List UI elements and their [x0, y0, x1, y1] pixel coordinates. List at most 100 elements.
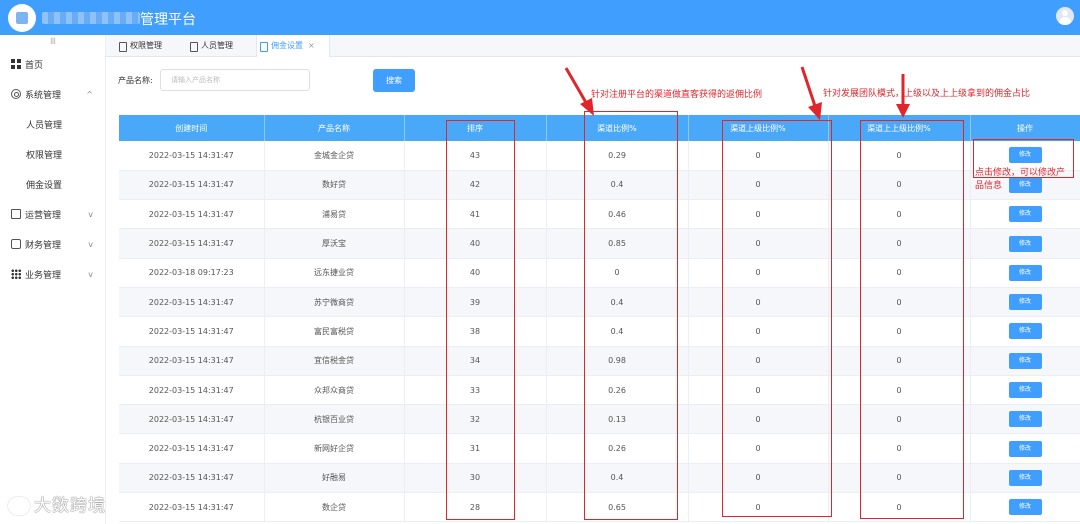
sidebar-item-label: 首页	[25, 60, 44, 71]
user-avatar-icon[interactable]	[1056, 7, 1074, 25]
cell-product-name: 数企贷	[264, 492, 405, 523]
cell-product-name: 远东捷业贷	[264, 258, 405, 288]
cell-created-time: 2022-03-15 14:31:47	[119, 433, 265, 464]
edit-button[interactable]: 修改	[1008, 294, 1042, 311]
sidebar-item-label: 运营管理	[25, 210, 62, 221]
app-title: 管理平台	[140, 12, 196, 28]
money-icon	[11, 239, 21, 249]
edit-button[interactable]: 修改	[1008, 499, 1042, 516]
tab-commission[interactable]: 佣金设置 ×	[256, 35, 330, 57]
cell-created-time: 2022-03-15 14:31:47	[119, 170, 265, 201]
edit-button[interactable]: 修改	[1008, 176, 1042, 193]
search-input[interactable]: 请输入产品名称	[160, 69, 310, 91]
edit-button[interactable]: 修改	[1008, 411, 1042, 428]
tab-label: 权限管理	[130, 41, 162, 50]
annotation-edit-hint-1: 点击修改，可以修改产	[975, 168, 1066, 178]
sidebar-item-label: 佣金设置	[26, 180, 63, 191]
sidebar-item-personnel[interactable]: 人员管理	[0, 109, 105, 139]
close-icon[interactable]: ×	[308, 41, 315, 50]
watermark: 大数跨境	[8, 491, 106, 516]
cell-created-time: 2022-03-15 14:31:47	[119, 463, 265, 494]
cell-created-time: 2022-03-15 14:31:47	[119, 404, 265, 435]
annotation-box-parent-ratio	[722, 120, 832, 517]
edit-button[interactable]: 修改	[1008, 264, 1042, 281]
cell-actions: 修改	[970, 463, 1080, 494]
sidebar-item-label: 权限管理	[26, 150, 63, 161]
sidebar-item-home[interactable]: 首页	[0, 49, 105, 79]
app-logo	[8, 4, 36, 32]
edit-button[interactable]: 修改	[1008, 382, 1042, 399]
tab-bar: 权限管理 人员管理 佣金设置 ×	[106, 35, 1080, 57]
edit-button[interactable]: 修改	[1008, 440, 1042, 457]
edit-button[interactable]: 修改	[1008, 352, 1042, 369]
cell-product-name: 众邦众商贷	[264, 375, 405, 406]
blurred-brand-name	[42, 12, 140, 24]
edit-button[interactable]: 修改	[1008, 206, 1042, 223]
edit-button[interactable]: 修改	[1008, 323, 1042, 340]
annotation-box-sort	[446, 120, 515, 520]
sidebar-collapse-toggle[interactable]: III	[0, 35, 105, 49]
annotation-channel-ratio: 针对注册平台的渠道做直客获得的返佣比例	[591, 90, 763, 100]
cell-created-time: 2022-03-18 09:17:23	[119, 258, 265, 288]
cell-actions: 修改	[970, 199, 1080, 230]
cell-created-time: 2022-03-15 14:31:47	[119, 375, 265, 406]
annotation-edit-hint-2: 品信息	[975, 181, 1003, 191]
header-created-time[interactable]: 创建时间	[119, 115, 265, 141]
cell-actions: 修改	[970, 404, 1080, 435]
cell-product-name: 宜信税金贷	[264, 346, 405, 376]
cell-product-name: 金城金企贷	[264, 141, 405, 171]
watermark-logo-icon	[8, 497, 30, 515]
cell-product-name: 好融易	[264, 463, 405, 494]
sidebar-item-operations[interactable]: 运营管理 v	[0, 199, 105, 229]
cell-product-name: 数好贷	[264, 170, 405, 201]
cell-actions: 修改	[970, 375, 1080, 406]
cell-actions: 修改	[970, 492, 1080, 523]
sidebar-item-system[interactable]: 系统管理 ^	[0, 79, 105, 109]
cell-actions: 修改	[970, 258, 1080, 288]
cell-created-time: 2022-03-15 14:31:47	[119, 492, 265, 523]
sidebar: III 首页 系统管理 ^ 人员管理 权限管理 佣金设置 运营管理 v 财务管理…	[0, 35, 106, 524]
edit-button[interactable]: 修改	[1008, 235, 1042, 252]
header-product-name[interactable]: 产品名称	[264, 115, 405, 141]
sidebar-item-label: 系统管理	[25, 90, 62, 101]
sidebar-item-label: 人员管理	[26, 120, 63, 131]
tab-label: 人员管理	[201, 41, 233, 50]
search-button[interactable]: 搜索	[373, 69, 415, 92]
cell-product-name: 富民富税贷	[264, 316, 405, 347]
tab-permissions[interactable]: 权限管理	[116, 35, 182, 57]
grid-icon	[11, 59, 21, 69]
cell-created-time: 2022-03-15 14:31:47	[119, 287, 265, 318]
cell-created-time: 2022-03-15 14:31:47	[119, 316, 265, 347]
cell-actions: 修改	[970, 346, 1080, 376]
sidebar-item-label: 财务管理	[25, 240, 62, 251]
gear-icon	[11, 89, 21, 99]
cell-created-time: 2022-03-15 14:31:47	[119, 141, 265, 171]
cell-actions: 修改	[970, 228, 1080, 259]
chevron-down-icon: v	[88, 269, 93, 279]
annotation-box-grandparent-ratio	[860, 120, 964, 519]
edit-button[interactable]: 修改	[1008, 469, 1042, 486]
tab-personnel[interactable]: 人员管理	[187, 35, 253, 57]
cell-product-name: 浦易贷	[264, 199, 405, 230]
chevron-up-icon: ^	[86, 89, 93, 99]
cell-product-name: 杭银百业贷	[264, 404, 405, 435]
sidebar-item-commission[interactable]: 佣金设置	[0, 169, 105, 199]
sidebar-item-business[interactable]: 业务管理 v	[0, 259, 105, 289]
cell-created-time: 2022-03-15 14:31:47	[119, 199, 265, 230]
cell-actions: 修改	[970, 433, 1080, 464]
cell-actions: 修改	[970, 316, 1080, 347]
cell-actions: 修改	[970, 287, 1080, 318]
search-label: 产品名称:	[118, 76, 153, 85]
sidebar-item-permissions[interactable]: 权限管理	[0, 139, 105, 169]
cell-product-name: 厚沃宝	[264, 228, 405, 259]
annotation-team-ratio: 针对发展团队模式，上级以及上上级拿到的佣金占比	[823, 89, 1031, 99]
sidebar-item-label: 业务管理	[25, 270, 62, 281]
apps-icon	[11, 269, 21, 279]
tab-label: 佣金设置	[271, 41, 303, 50]
sidebar-item-finance[interactable]: 财务管理 v	[0, 229, 105, 259]
cell-created-time: 2022-03-15 14:31:47	[119, 346, 265, 376]
cell-product-name: 新网好企贷	[264, 433, 405, 464]
header-actions: 操作	[970, 115, 1080, 141]
top-bar: 管理平台	[0, 0, 1080, 35]
cell-product-name: 苏宁微商贷	[264, 287, 405, 318]
